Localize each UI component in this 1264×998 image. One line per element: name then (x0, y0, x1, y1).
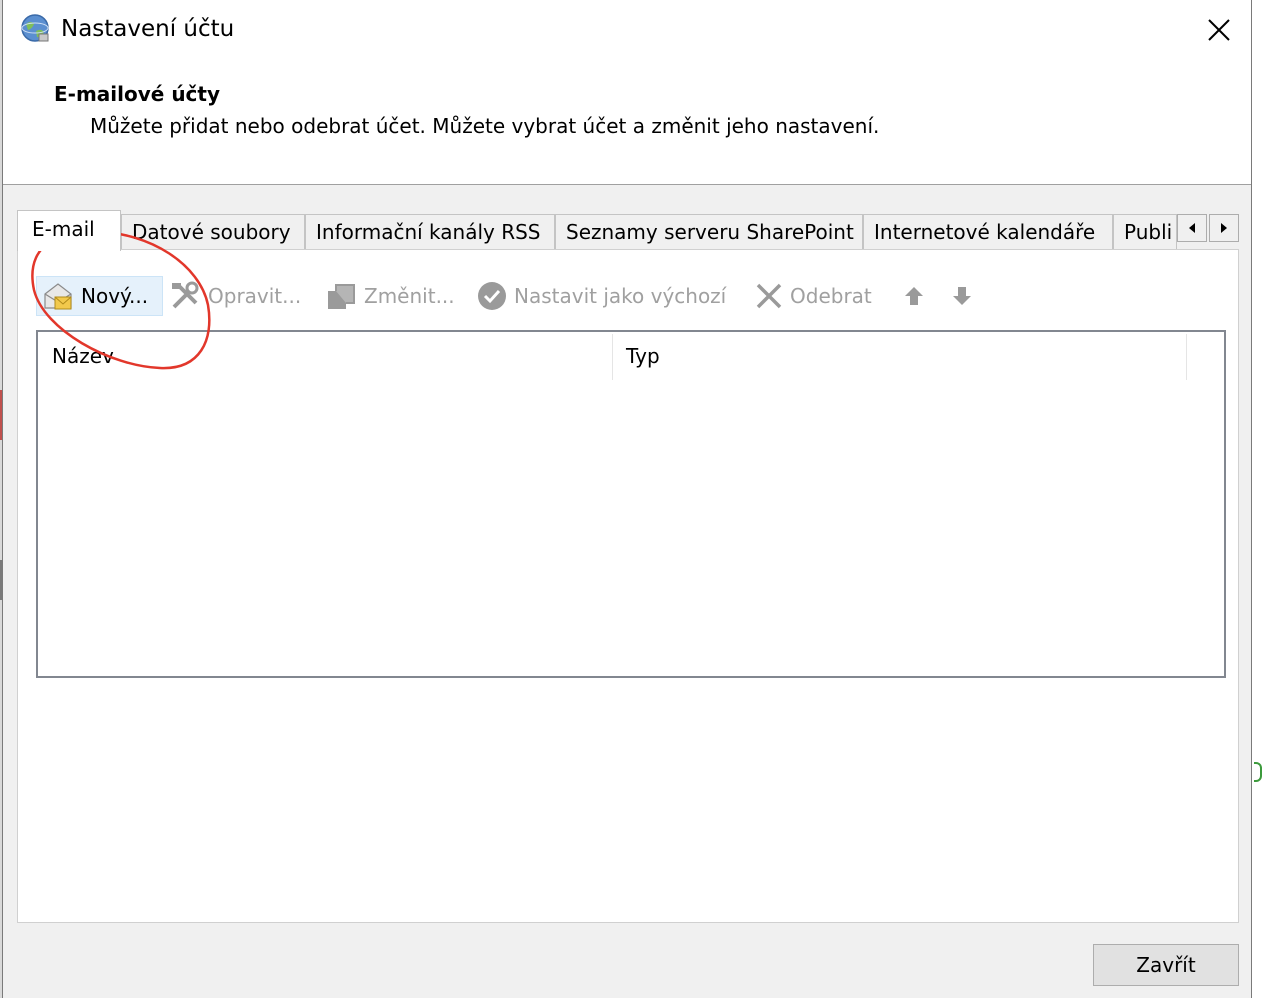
column-header-type[interactable]: Typ (612, 332, 1186, 380)
remove-account-button[interactable]: Odebrat (754, 276, 872, 316)
title-bar: Nastavení účtu (3, 0, 1251, 60)
tab-email[interactable]: E-mail (17, 210, 121, 251)
new-account-label: Nový... (81, 284, 149, 308)
account-toolbar: Nový... Opravit... Změnit... Nastavit ja… (36, 274, 1226, 318)
accounts-list[interactable]: Název Typ (36, 330, 1226, 678)
close-dialog-button[interactable]: Zavřít (1093, 944, 1239, 986)
tab-rss-feeds[interactable]: Informační kanály RSS (305, 214, 555, 250)
new-account-button[interactable]: Nový... (36, 276, 164, 316)
arrow-up-icon (905, 287, 923, 305)
globe-icon (21, 14, 49, 42)
section-description: Můžete přidat nebo odebrat účet. Můžete … (90, 114, 880, 138)
background-window-strip (1252, 0, 1264, 998)
change-account-button[interactable]: Změnit... (326, 276, 455, 316)
tools-icon (172, 281, 199, 309)
checkmark-circle-icon (478, 282, 506, 310)
email-tab-page: Nový... Opravit... Změnit... Nastavit ja… (17, 249, 1239, 923)
new-mail-account-icon (44, 283, 72, 310)
set-default-label: Nastavit jako výchozí (514, 284, 727, 308)
move-up-button[interactable] (902, 276, 926, 316)
column-separator-end[interactable] (1186, 334, 1187, 380)
repair-account-button[interactable]: Opravit... (170, 276, 301, 316)
close-icon (1208, 19, 1230, 41)
triangle-right-icon (1221, 223, 1227, 233)
tab-scroll-left-button[interactable] (1177, 214, 1207, 242)
set-default-button[interactable]: Nastavit jako výchozí (476, 276, 726, 316)
remove-x-icon (756, 283, 782, 309)
tab-data-files[interactable]: Datové soubory (121, 214, 305, 250)
triangle-left-icon (1189, 223, 1195, 233)
background-green-mark (1254, 762, 1262, 782)
change-icon (328, 284, 355, 309)
window-close-button[interactable] (1199, 10, 1239, 50)
account-settings-dialog: Nastavení účtu E-mailové účty Můžete při… (2, 0, 1252, 998)
tab-scroll-right-button[interactable] (1209, 214, 1239, 242)
section-title: E-mailové účty (54, 82, 221, 106)
repair-account-label: Opravit... (208, 284, 302, 308)
remove-account-label: Odebrat (790, 284, 872, 308)
change-account-label: Změnit... (364, 284, 455, 308)
tab-strip: E-mail Datové soubory Informační kanály … (17, 210, 1241, 251)
tab-sharepoint-lists[interactable]: Seznamy serveru SharePoint (555, 214, 863, 250)
column-header-name[interactable]: Název (38, 332, 612, 380)
tab-published-calendars[interactable]: Publi (1113, 214, 1177, 250)
dialog-header: Nastavení účtu E-mailové účty Můžete při… (3, 0, 1251, 185)
move-down-button[interactable] (950, 276, 974, 316)
window-title: Nastavení účtu (61, 16, 235, 42)
arrow-down-icon (953, 287, 971, 305)
tab-internet-calendars[interactable]: Internetové kalendáře (863, 214, 1113, 250)
